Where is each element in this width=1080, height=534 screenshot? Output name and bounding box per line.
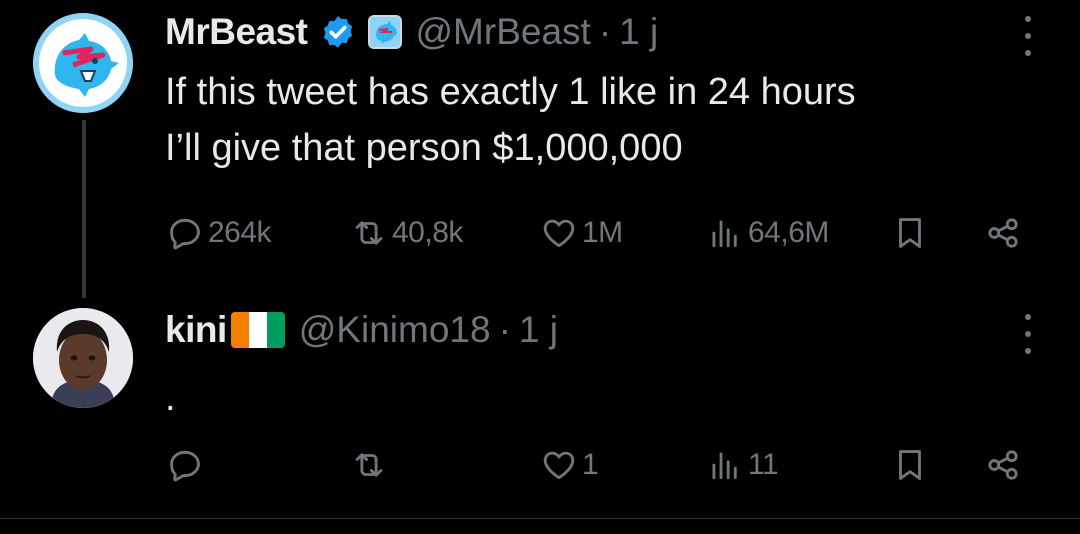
tweet-text: If this tweet has exactly 1 like in 24 h…	[165, 64, 856, 176]
retweet-icon	[355, 221, 383, 245]
tweet-mrbeast[interactable]: MrBeast @MrBeast · 1 j If this tweet has…	[0, 0, 1080, 298]
meta-separator: ·	[598, 11, 612, 52]
affiliate-badge-icon[interactable]	[367, 15, 402, 49]
tweet-text-line: I’ll give that person $1,000,000	[165, 127, 683, 169]
share-icon	[988, 450, 1018, 480]
like-count: 1	[582, 448, 599, 481]
mrbeast-logo-icon	[33, 13, 133, 113]
tweet-text-line: If this tweet has exactly 1 like in 24 h…	[165, 71, 856, 113]
avatar[interactable]	[33, 308, 133, 408]
reply-button[interactable]: 264k	[166, 208, 272, 258]
share-button[interactable]	[984, 440, 1022, 490]
bookmark-button[interactable]	[891, 440, 929, 490]
reply-icon	[170, 218, 200, 250]
views-chart-icon	[712, 452, 737, 480]
display-name[interactable]: MrBeast	[165, 11, 308, 53]
tweet-actions: 1 11	[0, 440, 1080, 490]
bookmark-button[interactable]	[891, 208, 929, 258]
timestamp[interactable]: 1 j	[619, 11, 658, 53]
display-name[interactable]: kini	[165, 309, 227, 351]
heart-icon	[543, 451, 575, 480]
like-button[interactable]: 1M	[540, 208, 623, 258]
bookmark-icon	[899, 450, 921, 480]
user-photo-icon	[33, 308, 133, 408]
timestamp[interactable]: 1 j	[519, 309, 558, 351]
share-icon	[988, 218, 1018, 248]
tweet-actions: 264k 40,8k 1M 64,6M	[0, 208, 1080, 258]
meta-separator: ·	[498, 309, 511, 350]
more-options-icon[interactable]	[1022, 16, 1034, 56]
reply-button[interactable]	[166, 440, 204, 490]
share-button[interactable]	[984, 208, 1022, 258]
views-count: 11	[748, 448, 779, 481]
views-button[interactable]: 64,6M	[706, 208, 829, 258]
like-button[interactable]: 1	[540, 440, 599, 490]
retweet-count: 40,8k	[392, 216, 463, 249]
reply-icon	[170, 450, 200, 482]
bookmark-icon	[899, 218, 921, 248]
retweet-button[interactable]	[350, 440, 388, 490]
like-count: 1M	[582, 216, 623, 249]
retweet-button[interactable]: 40,8k	[350, 208, 463, 258]
views-count: 64,6M	[748, 216, 829, 249]
verified-badge-icon[interactable]	[320, 14, 356, 50]
tweet-text-line: .	[165, 377, 176, 419]
avatar[interactable]	[33, 13, 133, 113]
heart-icon	[543, 219, 575, 248]
more-options-icon[interactable]	[1022, 314, 1034, 354]
tweet-divider	[0, 518, 1080, 519]
views-button[interactable]: 11	[706, 440, 779, 490]
tweet-header: MrBeast @MrBeast · 1 j	[165, 8, 658, 56]
reply-count: 264k	[208, 216, 272, 249]
user-handle[interactable]: @MrBeast	[416, 11, 591, 53]
tweet-text: .	[165, 370, 176, 426]
retweet-icon	[355, 453, 383, 477]
tweet-reply-kini[interactable]: kini @Kinimo18 · 1 j . 1 11	[0, 290, 1080, 518]
views-chart-icon	[712, 220, 737, 248]
user-handle[interactable]: @Kinimo18	[299, 309, 491, 351]
tweet-header: kini @Kinimo18 · 1 j	[165, 306, 558, 354]
ivory-coast-flag-icon	[230, 312, 285, 348]
